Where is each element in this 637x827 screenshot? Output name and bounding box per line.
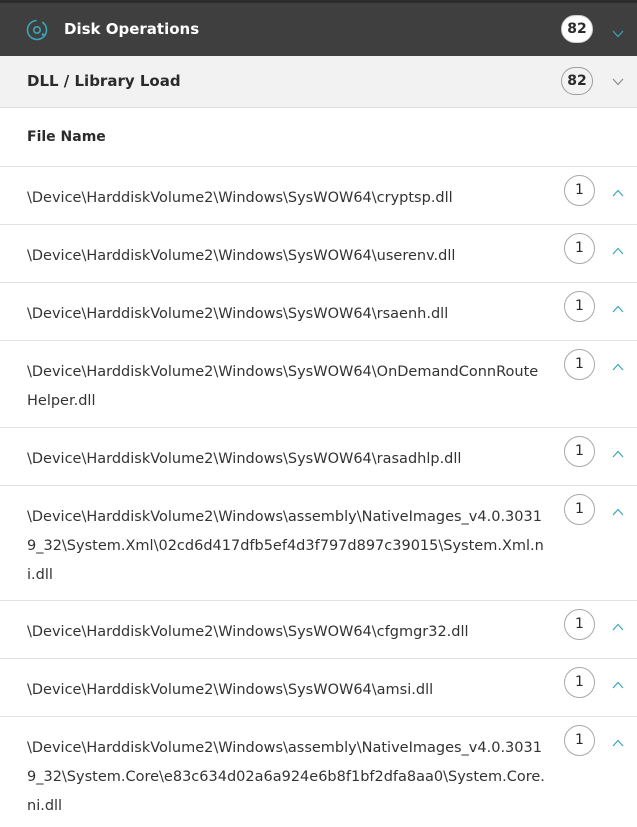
chevron-up-icon[interactable] bbox=[612, 623, 624, 631]
count-badge: 1 bbox=[564, 349, 595, 380]
table-row[interactable]: \Device\HarddiskVolume2\Windows\SysWOW64… bbox=[0, 167, 637, 225]
count-badge: 1 bbox=[564, 291, 595, 322]
file-path: \Device\HarddiskVolume2\Windows\SysWOW64… bbox=[27, 248, 456, 264]
chevron-up-icon[interactable] bbox=[612, 681, 624, 689]
table-row[interactable]: \Device\HarddiskVolume2\Windows\SysWOW64… bbox=[0, 341, 637, 428]
table-row[interactable]: \Device\HarddiskVolume2\Windows\SysWOW64… bbox=[0, 601, 637, 659]
section-count-badge: 82 bbox=[561, 67, 593, 95]
chevron-up-icon[interactable] bbox=[612, 739, 624, 747]
disk-operations-header[interactable]: Disk Operations 82 bbox=[0, 3, 637, 56]
chevron-down-icon[interactable] bbox=[612, 30, 624, 38]
table-row[interactable]: \Device\HarddiskVolume2\Windows\assembly… bbox=[0, 486, 637, 601]
file-path: \Device\HarddiskVolume2\Windows\assembly… bbox=[27, 509, 544, 583]
column-header: File Name bbox=[0, 108, 637, 167]
panel-title: Disk Operations bbox=[64, 20, 200, 38]
chevron-down-icon[interactable] bbox=[612, 78, 624, 86]
count-badge: 1 bbox=[564, 233, 595, 264]
file-path: \Device\HarddiskVolume2\Windows\SysWOW64… bbox=[27, 682, 434, 698]
disk-operations-icon bbox=[26, 19, 48, 41]
file-path: \Device\HarddiskVolume2\Windows\assembly… bbox=[27, 740, 545, 814]
file-name-column-label: File Name bbox=[27, 129, 106, 145]
panel-count-badge: 82 bbox=[561, 15, 593, 43]
table-row[interactable]: \Device\HarddiskVolume2\Windows\SysWOW64… bbox=[0, 428, 637, 486]
chevron-up-icon[interactable] bbox=[612, 508, 624, 516]
chevron-up-icon[interactable] bbox=[612, 305, 624, 313]
file-path: \Device\HarddiskVolume2\Windows\SysWOW64… bbox=[27, 364, 539, 409]
table-row[interactable]: \Device\HarddiskVolume2\Windows\assembly… bbox=[0, 717, 637, 827]
chevron-up-icon[interactable] bbox=[612, 247, 624, 255]
chevron-up-icon[interactable] bbox=[612, 189, 624, 197]
count-badge: 1 bbox=[564, 175, 595, 206]
count-badge: 1 bbox=[564, 725, 595, 756]
count-badge: 1 bbox=[564, 436, 595, 467]
count-badge: 1 bbox=[564, 667, 595, 698]
file-path: \Device\HarddiskVolume2\Windows\SysWOW64… bbox=[27, 624, 469, 640]
table-row[interactable]: \Device\HarddiskVolume2\Windows\SysWOW64… bbox=[0, 659, 637, 717]
file-path: \Device\HarddiskVolume2\Windows\SysWOW64… bbox=[27, 306, 449, 322]
file-path: \Device\HarddiskVolume2\Windows\SysWOW64… bbox=[27, 451, 462, 467]
section-title: DLL / Library Load bbox=[27, 72, 181, 90]
chevron-up-icon[interactable] bbox=[612, 450, 624, 458]
count-badge: 1 bbox=[564, 609, 595, 640]
table-row[interactable]: \Device\HarddiskVolume2\Windows\SysWOW64… bbox=[0, 225, 637, 283]
file-path: \Device\HarddiskVolume2\Windows\SysWOW64… bbox=[27, 190, 453, 206]
file-list: \Device\HarddiskVolume2\Windows\SysWOW64… bbox=[0, 167, 637, 827]
table-row[interactable]: \Device\HarddiskVolume2\Windows\SysWOW64… bbox=[0, 283, 637, 341]
count-badge: 1 bbox=[564, 494, 595, 525]
chevron-up-icon[interactable] bbox=[612, 363, 624, 371]
dll-library-load-section-header[interactable]: DLL / Library Load 82 bbox=[0, 56, 637, 108]
